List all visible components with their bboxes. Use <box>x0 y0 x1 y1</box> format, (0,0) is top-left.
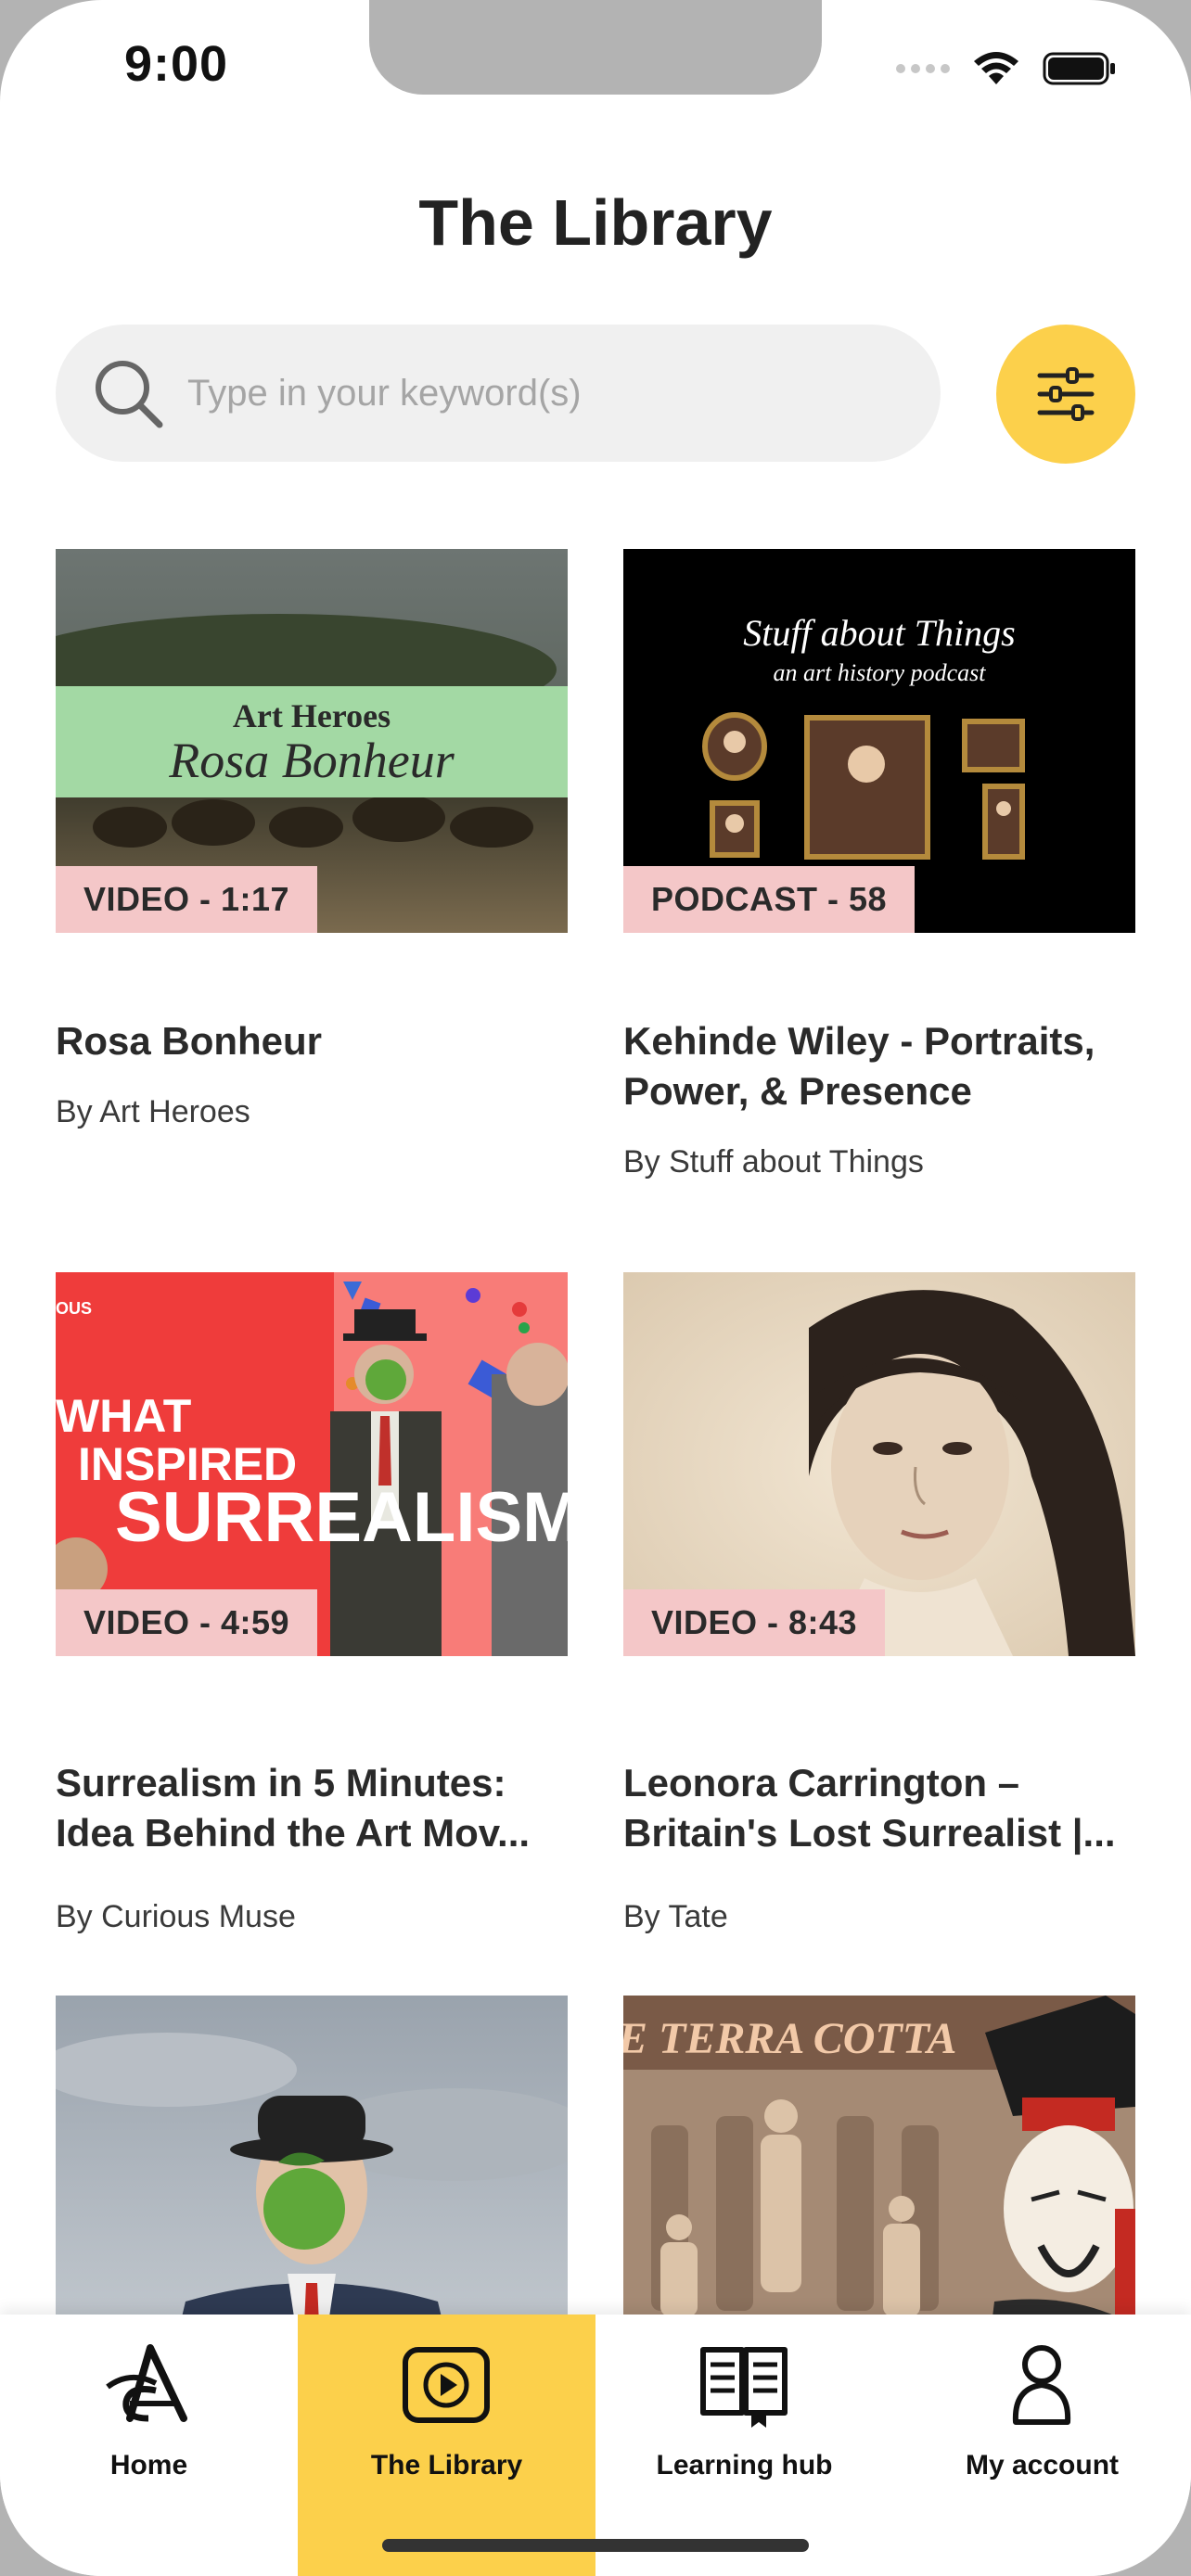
card-title: Leonora Carrington – Britain's Lost Surr… <box>623 1761 1116 1855</box>
notch <box>369 0 822 95</box>
library-card[interactable]: Stuff about Things an art history podcas… <box>623 549 1135 1198</box>
status-time: 9:00 <box>124 36 229 92</box>
tab-label: Learning hub <box>656 2450 833 2480</box>
tab-my-account[interactable]: My account <box>893 2315 1191 2576</box>
card-title: Surrealism in 5 Minutes: Idea Behind the… <box>56 1761 531 1855</box>
tab-learning-hub[interactable]: Learning hub <box>596 2315 893 2576</box>
card-thumbnail: Stuff about Things an art history podcas… <box>623 549 1135 933</box>
card-thumbnail: VIDEO - 8:43 <box>623 1272 1135 1656</box>
card-author: By Stuff about Things <box>623 1144 924 1180</box>
thumb-text: OUS <box>56 1299 92 1318</box>
sliders-icon <box>1037 367 1095 421</box>
filter-button[interactable] <box>996 325 1135 464</box>
search-icon <box>96 361 163 428</box>
card-author: By Curious Muse <box>56 1899 296 1934</box>
search-input[interactable] <box>187 325 911 462</box>
library-card[interactable]: Art Heroes Rosa Bonheur VIDEO - 1:17 Ros… <box>56 549 568 1142</box>
tab-home[interactable]: Home <box>0 2315 298 2576</box>
media-badge: VIDEO - 8:43 <box>623 1589 886 1656</box>
media-badge: VIDEO - 4:59 <box>56 1589 318 1656</box>
thumb-text: Stuff about Things <box>743 612 1015 654</box>
home-indicator <box>382 2539 809 2552</box>
tab-label: Home <box>109 2450 188 2480</box>
cellular-signal-icon <box>896 64 950 73</box>
art-logo-icon <box>106 2344 187 2422</box>
phone-screen: 9:00 The Library Type in your keyword(s)… <box>0 0 1191 2576</box>
bottom-tab-bar: Home The Library Learning hub My account <box>0 2315 1191 2576</box>
library-card[interactable]: OUS WHAT INSPIRED SURREALISM VIDEO - 4:5… <box>56 1272 568 1940</box>
media-badge: PODCAST - 58 <box>623 866 916 933</box>
thumb-text: WHAT <box>56 1390 191 1442</box>
thumb-text: an art history podcast <box>774 659 987 686</box>
card-author: By Art Heroes <box>56 1094 250 1129</box>
card-title: Rosa Bonheur <box>56 1019 323 1063</box>
book-icon <box>700 2347 788 2428</box>
card-thumbnail: OUS WHAT INSPIRED SURREALISM VIDEO - 4:5… <box>56 1272 568 1656</box>
card-title: Kehinde Wiley - Portraits, Power, & Pres… <box>623 1019 1095 1113</box>
tab-library[interactable]: The Library <box>298 2315 596 2576</box>
thumb-text: Rosa Bonheur <box>168 733 455 788</box>
card-thumbnail: Art Heroes Rosa Bonheur VIDEO - 1:17 <box>56 549 568 933</box>
tab-label: My account <box>965 2450 1120 2480</box>
thumb-text: SURREALISM <box>115 1478 568 1557</box>
status-icons <box>896 48 1117 89</box>
library-card[interactable]: VIDEO - 8:43 Leonora Carrington – Britai… <box>623 1272 1135 1940</box>
page-title: The Library <box>418 186 773 259</box>
search-bar[interactable] <box>56 325 941 462</box>
thumb-text: E TERRA COTTA <box>623 2014 956 2063</box>
battery-icon <box>1043 52 1115 85</box>
play-icon <box>403 2347 490 2423</box>
thumb-text: Art Heroes <box>233 697 391 734</box>
tab-label: The Library <box>370 2450 523 2480</box>
wifi-icon <box>974 52 1018 84</box>
person-icon <box>1012 2345 1071 2425</box>
card-author: By Tate <box>623 1899 728 1934</box>
media-badge: VIDEO - 1:17 <box>56 866 318 933</box>
